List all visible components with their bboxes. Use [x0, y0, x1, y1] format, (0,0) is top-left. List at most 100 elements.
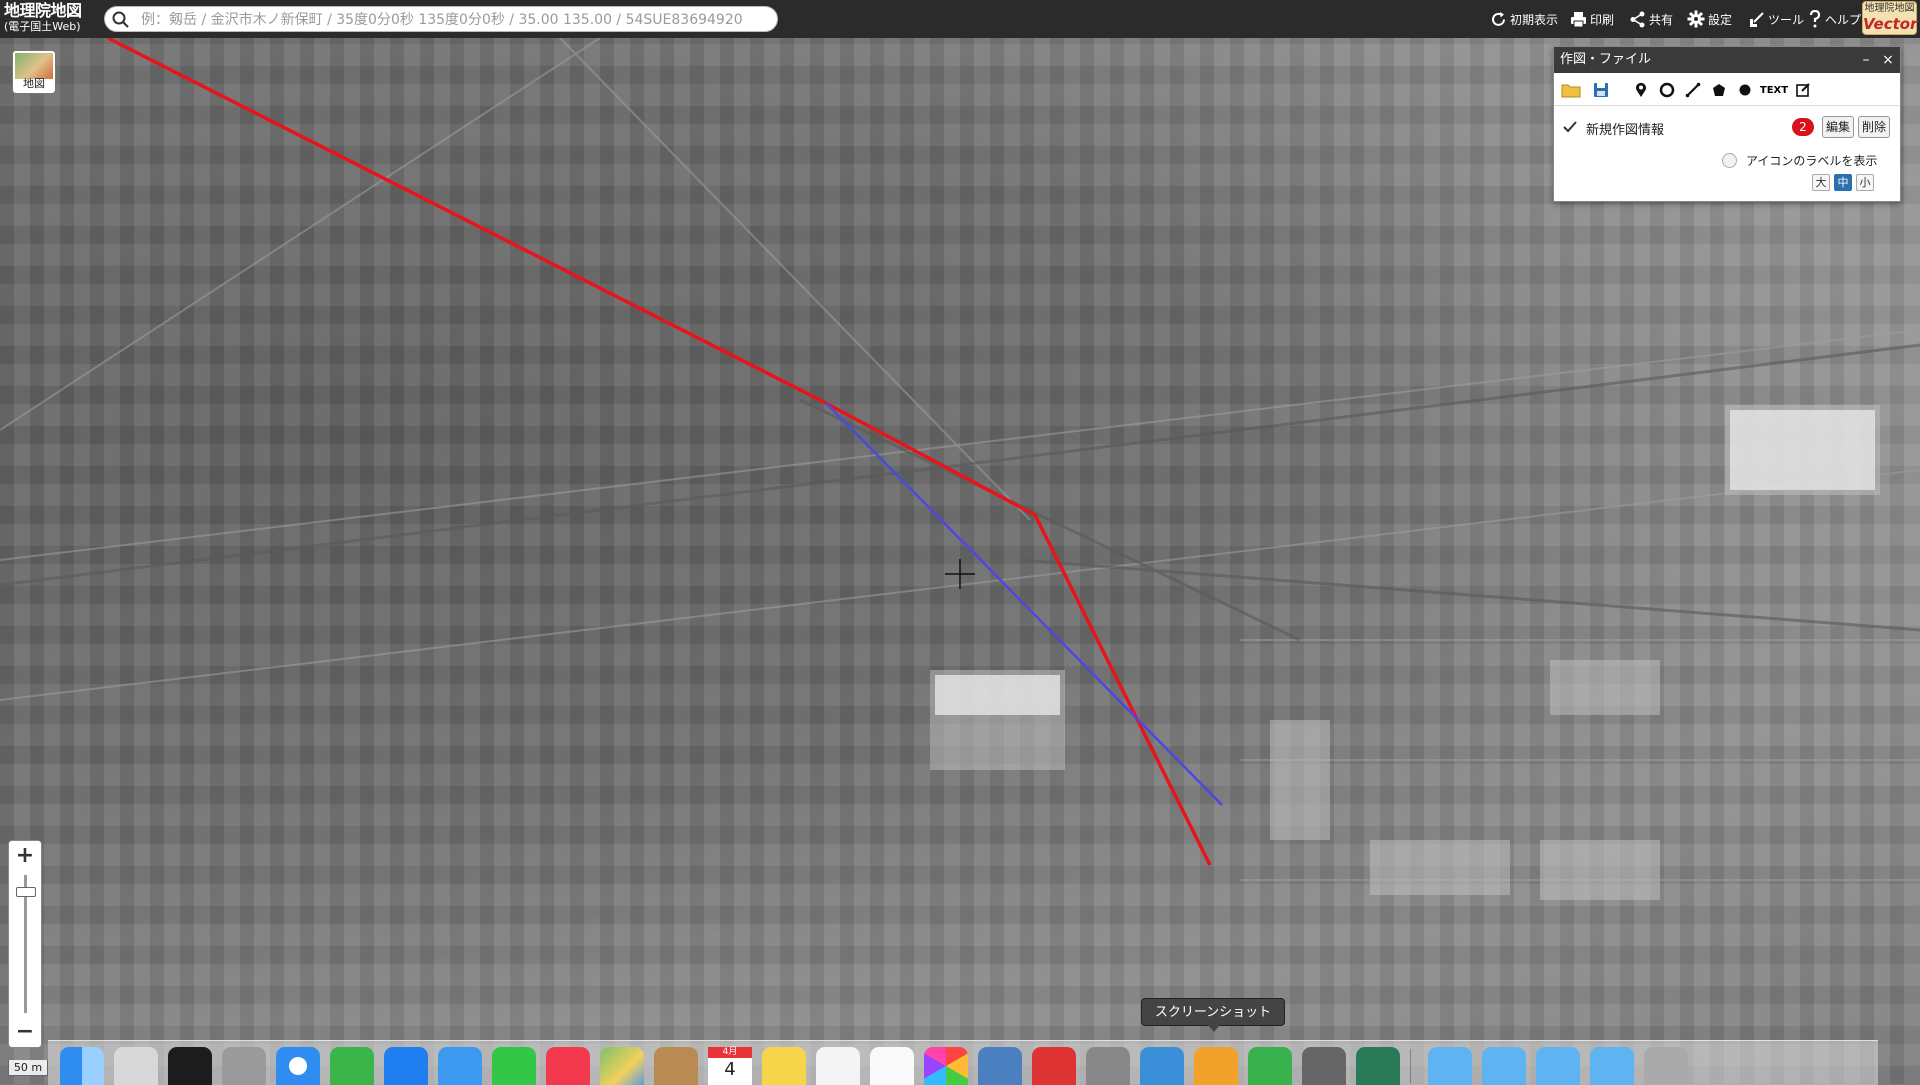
settings-label: 設定: [1708, 12, 1733, 27]
size-selector: 大 中 小: [1554, 171, 1900, 195]
free-edit-tool[interactable]: [1790, 79, 1816, 101]
maps-icon[interactable]: [600, 1047, 644, 1085]
downloads-folder-icon[interactable]: [1590, 1047, 1634, 1085]
zoom-in-button[interactable]: +: [9, 841, 41, 871]
logo-sub: (電子国土Web): [4, 20, 81, 33]
textedit-icon[interactable]: [816, 1047, 860, 1085]
notes-icon[interactable]: [762, 1047, 806, 1085]
share-button[interactable]: 共有: [1629, 7, 1673, 31]
filled-circle-icon: [1739, 84, 1751, 96]
panel-close-button[interactable]: ×: [1878, 49, 1898, 71]
drawing-toolbar: TEXT: [1554, 75, 1900, 106]
save-file-button[interactable]: [1588, 79, 1614, 101]
help-icon: [1809, 10, 1821, 28]
calendar-month: 4月: [708, 1047, 752, 1058]
screenshot-icon[interactable]: [1086, 1047, 1130, 1085]
marker-tool[interactable]: [1628, 79, 1654, 101]
size-medium-button[interactable]: 中: [1834, 174, 1852, 191]
show-label-text: アイコンのラベルを表示: [1746, 154, 1878, 168]
map-layer-label: 地図: [23, 77, 45, 90]
print-button[interactable]: 印刷: [1570, 7, 1614, 31]
photos-icon[interactable]: [924, 1047, 968, 1085]
screenshot-tooltip: スクリーンショット: [1141, 998, 1285, 1032]
reset-view-label: 初期表示: [1510, 12, 1559, 27]
save-icon: [1594, 83, 1608, 97]
pages-icon[interactable]: [1194, 1047, 1238, 1085]
zoom-out-button[interactable]: −: [9, 1017, 41, 1047]
mail-icon[interactable]: [438, 1047, 482, 1085]
search-box: [104, 6, 778, 32]
show-label-toggle[interactable]: [1722, 153, 1737, 168]
contacts-icon[interactable]: [654, 1047, 698, 1085]
calculator-icon[interactable]: [222, 1047, 266, 1085]
gear-icon: [1687, 10, 1705, 28]
delete-button[interactable]: 削除: [1858, 116, 1890, 138]
trash-icon[interactable]: [1644, 1047, 1688, 1085]
line-icon: [1685, 82, 1701, 98]
printer-icon: [1571, 11, 1586, 27]
system-settings-icon[interactable]: [1302, 1047, 1346, 1085]
size-large-button[interactable]: 大: [1812, 174, 1830, 191]
applications-folder-icon[interactable]: [1482, 1047, 1526, 1085]
print-label: 印刷: [1590, 12, 1615, 27]
dock-separator: [1410, 1049, 1411, 1083]
check-icon[interactable]: [1562, 119, 1578, 135]
pin-icon: [1636, 82, 1646, 97]
music-icon[interactable]: [546, 1047, 590, 1085]
search-input[interactable]: [139, 9, 773, 31]
home-folder-icon[interactable]: [1428, 1047, 1472, 1085]
header-bar: 地理院地図 (電子国土Web) 初期表示 印刷 共有: [0, 0, 1920, 38]
app-store-icon[interactable]: [384, 1047, 428, 1085]
mission-control-icon[interactable]: [168, 1047, 212, 1085]
text-tool[interactable]: TEXT: [1757, 79, 1791, 101]
drawing-file-panel: 作図・ファイル – × TEXT 新規作図情報 2 編集 削除 アイコンのラベル…: [1553, 46, 1901, 202]
macos-dock: 4月 4: [48, 1040, 1878, 1085]
launchpad-icon[interactable]: [114, 1047, 158, 1085]
line-tool[interactable]: [1680, 79, 1706, 101]
tools-label: ツール: [1768, 12, 1805, 27]
scale-bar: 50 m: [8, 1060, 48, 1076]
filled-circle-tool[interactable]: [1732, 79, 1758, 101]
circle-outline-icon: [1659, 82, 1675, 98]
text-tool-label: TEXT: [1759, 84, 1789, 96]
vector-map-link[interactable]: 地理院地図 Vector: [1862, 1, 1917, 35]
polygon-icon: [1713, 84, 1725, 96]
keynote-icon[interactable]: [1140, 1047, 1184, 1085]
numbers-icon[interactable]: [1248, 1047, 1292, 1085]
size-small-button[interactable]: 小: [1856, 174, 1874, 191]
help-button[interactable]: ヘルプ: [1808, 7, 1861, 31]
tools-button[interactable]: ツール: [1748, 7, 1804, 31]
panel-minimize-button[interactable]: –: [1856, 49, 1876, 71]
folder-icon: [1561, 84, 1581, 98]
polygon-tool[interactable]: [1706, 79, 1732, 101]
find-my-icon[interactable]: [330, 1047, 374, 1085]
settings-button[interactable]: 設定: [1687, 7, 1732, 31]
drawing-item-row: 新規作図情報 2 編集 削除: [1554, 113, 1900, 143]
messages-icon[interactable]: [492, 1047, 536, 1085]
circle-tool[interactable]: [1654, 79, 1680, 101]
calendar-icon[interactable]: 4月 4: [708, 1047, 752, 1085]
crosshair-icon: [945, 559, 975, 589]
reminders-icon[interactable]: [870, 1047, 914, 1085]
reset-view-button[interactable]: 初期表示: [1490, 7, 1558, 31]
tool-icon: [1750, 11, 1764, 27]
logo-main: 地理院地図: [4, 1, 82, 20]
photo-booth-icon[interactable]: [1032, 1047, 1076, 1085]
safari-icon[interactable]: [276, 1047, 320, 1085]
drawing-item-label: 新規作図情報: [1586, 123, 1665, 138]
finder-icon[interactable]: [60, 1047, 104, 1085]
share-label: 共有: [1649, 12, 1674, 27]
preview-icon[interactable]: [978, 1047, 1022, 1085]
search-icon[interactable]: [111, 10, 131, 30]
map-layer-button[interactable]: 地図: [12, 50, 56, 94]
documents-folder-icon[interactable]: [1536, 1047, 1580, 1085]
edit-button[interactable]: 編集: [1822, 116, 1854, 138]
time-machine-icon[interactable]: [1356, 1047, 1400, 1085]
edit-icon: [1796, 83, 1810, 97]
item-count-badge: 2: [1792, 118, 1814, 136]
site-logo[interactable]: 地理院地図 (電子国土Web): [4, 2, 96, 36]
label-toggle-row: アイコンのラベルを表示: [1554, 149, 1900, 173]
open-file-button[interactable]: [1558, 79, 1584, 101]
calendar-day: 4: [724, 1059, 736, 1080]
zoom-slider-handle[interactable]: [16, 887, 36, 897]
